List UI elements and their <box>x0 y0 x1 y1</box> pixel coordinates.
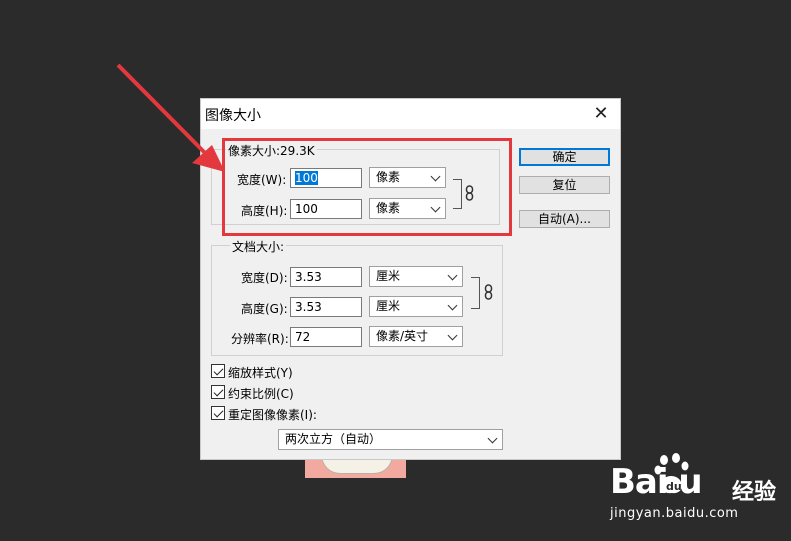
dialog-title: 图像大小 <box>205 108 261 124</box>
highlight-box <box>222 138 512 236</box>
resolution-unit-select[interactable]: 像素/英寸 <box>369 326 463 347</box>
auto-button[interactable]: 自动(A)... <box>519 210 610 228</box>
resample-checkbox[interactable] <box>211 406 225 420</box>
baidu-watermark: Bai u du 经验 jingyan.baidu.com <box>610 452 791 541</box>
resolution-value: 72 <box>295 330 311 344</box>
resolution-label: 分辨率(R): <box>231 332 289 346</box>
doc-height-unit-select[interactable]: 厘米 <box>369 296 463 317</box>
doc-link-bracket <box>471 277 480 309</box>
doc-height-input[interactable]: 3.53 <box>290 297 362 317</box>
chevron-down-icon <box>447 330 458 341</box>
resolution-unit: 像素/英寸 <box>376 329 429 343</box>
resample-label: 重定图像像素(I): <box>228 408 317 422</box>
doc-width-value: 3.53 <box>295 270 322 284</box>
paw-icon: du <box>654 453 689 494</box>
constrain-proportions-checkbox[interactable] <box>211 385 225 399</box>
resample-method-select[interactable]: 两次立方（自动） <box>278 429 503 450</box>
chevron-down-icon <box>487 433 498 444</box>
title-bar: 图像大小 ✕ <box>201 99 620 129</box>
resample-method-value: 两次立方（自动） <box>285 432 382 446</box>
doc-width-label: 宽度(D): <box>241 271 288 285</box>
scale-styles-checkbox[interactable] <box>211 364 225 378</box>
doc-height-unit: 厘米 <box>376 299 401 313</box>
chevron-down-icon <box>447 270 458 281</box>
doc-width-input[interactable]: 3.53 <box>290 267 362 287</box>
scale-styles-label: 缩放样式(Y) <box>228 366 293 380</box>
constrain-proportions-label: 约束比例(C) <box>228 387 294 401</box>
chevron-down-icon <box>447 300 458 311</box>
reset-button[interactable]: 复位 <box>519 176 610 194</box>
resolution-input[interactable]: 72 <box>290 327 362 347</box>
document-size-legend: 文档大小: <box>230 238 287 255</box>
experience-text: 经验 <box>732 480 777 505</box>
doc-height-value: 3.53 <box>295 300 322 314</box>
doc-width-unit: 厘米 <box>376 269 401 283</box>
doc-height-label: 高度(G): <box>241 302 288 316</box>
doc-width-unit-select[interactable]: 厘米 <box>369 266 463 287</box>
ok-button[interactable]: 确定 <box>519 148 610 166</box>
watermark-site: jingyan.baidu.com <box>610 506 739 521</box>
chain-link-icon[interactable] <box>484 284 494 300</box>
close-button[interactable]: ✕ <box>590 103 612 125</box>
svg-text:du: du <box>666 480 682 493</box>
